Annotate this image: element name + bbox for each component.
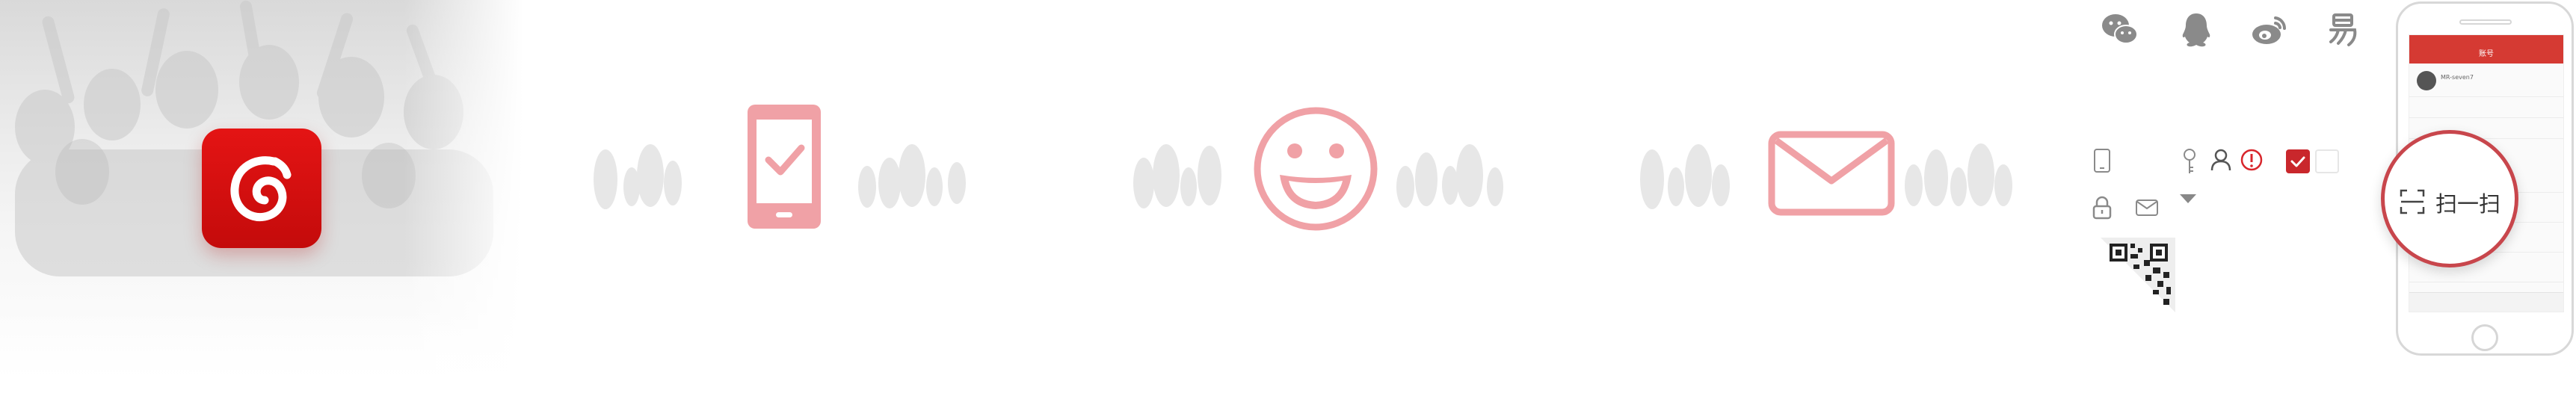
scan-label[interactable]: 扫一扫 [2435,187,2500,218]
phone-home-button [2471,324,2498,351]
key-icon [2184,149,2196,173]
profile-username: MR-seven7 [2441,74,2474,81]
phone-speaker [2459,19,2512,25]
screen-tabbar [2409,292,2563,312]
smiley-face-icon [1254,107,1378,231]
avatar [2417,71,2436,90]
check-icon [2290,156,2305,167]
app-logo [202,129,321,248]
warning-icon [2240,149,2263,171]
scan-icon [2400,189,2425,214]
illustration-email [1640,131,2012,216]
envelope-icon [1768,131,1895,216]
checkbox-checked[interactable] [2286,149,2310,173]
wechat-icon[interactable] [2099,9,2141,51]
mail-small-icon [2136,199,2158,216]
checkbox-unchecked[interactable] [2315,149,2339,173]
illustration-smiley [1133,107,1503,231]
illustration-mobile-verify [594,105,966,229]
netease-yi-icon[interactable] [2323,9,2365,51]
qr-code-icon [2101,238,2175,312]
weibo-icon[interactable] [2249,9,2290,51]
netease-cloud-music-icon [230,156,292,222]
phone-small-icon [2094,149,2110,173]
user-icon [2210,149,2231,171]
chevron-down-icon[interactable] [2180,194,2196,203]
mobile-check-icon [748,105,821,229]
screen-title: 账号 [2479,50,2494,58]
lock-icon [2092,196,2112,220]
qq-icon[interactable] [2175,9,2217,51]
